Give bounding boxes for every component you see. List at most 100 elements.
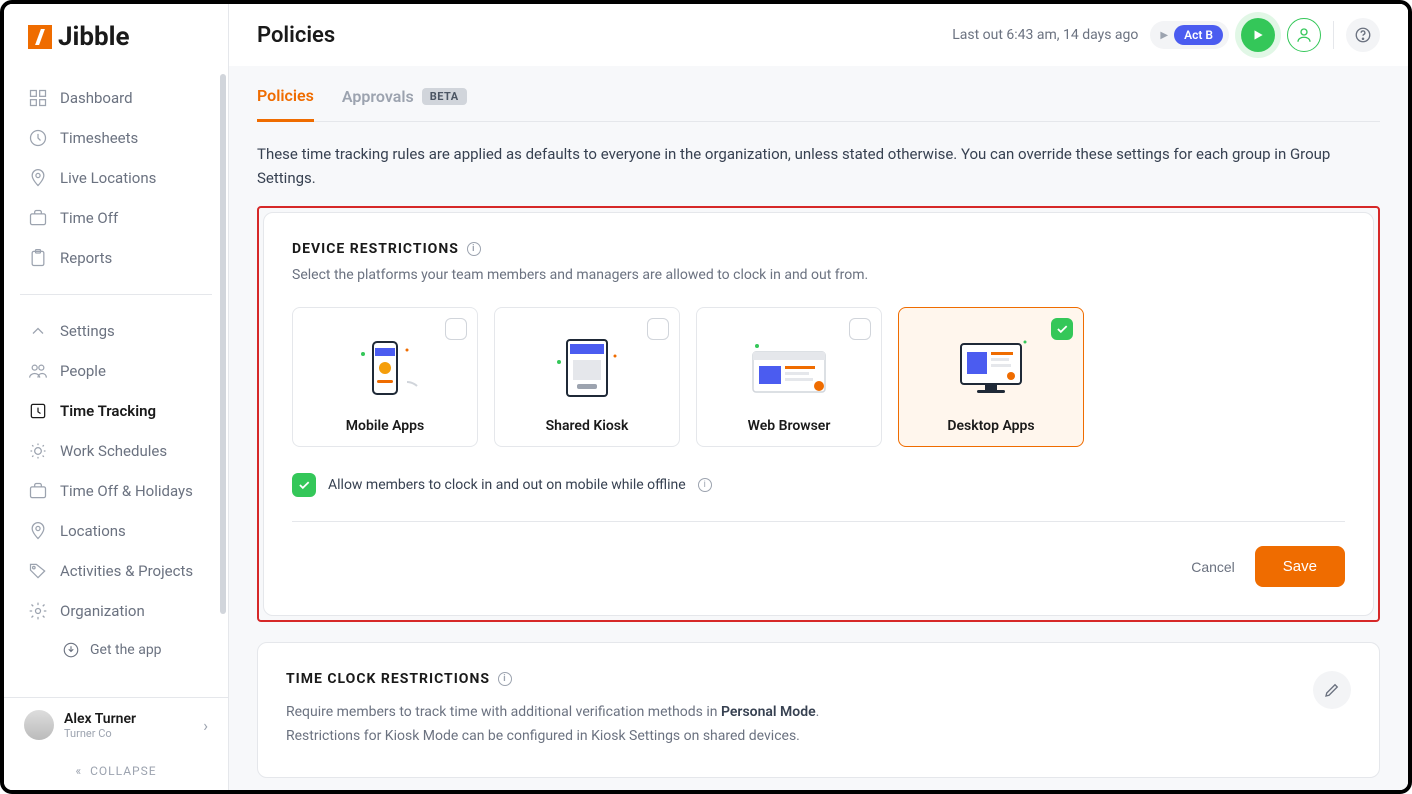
- offline-label: Allow members to clock in and out on mob…: [328, 477, 686, 493]
- sidebar-item-reports[interactable]: Reports: [4, 238, 228, 278]
- sidebar-item-work-schedules[interactable]: Work Schedules: [4, 431, 228, 471]
- logo: Jibble: [4, 4, 228, 70]
- user-profile-row[interactable]: Alex Turner Turner Co ›: [4, 697, 228, 752]
- user-name: Alex Turner: [64, 711, 136, 727]
- cancel-button[interactable]: Cancel: [1191, 559, 1235, 575]
- time-clock-card: TIME CLOCK RESTRICTIONS i Require member…: [257, 642, 1380, 778]
- sidebar-label: Reports: [60, 249, 112, 267]
- sidebar-item-time-off-holidays[interactable]: Time Off & Holidays: [4, 471, 228, 511]
- pencil-icon: [1323, 681, 1341, 699]
- sidebar-label: Activities & Projects: [60, 562, 193, 580]
- sidebar-item-timesheets[interactable]: Timesheets: [4, 118, 228, 158]
- edit-button[interactable]: [1313, 671, 1351, 709]
- play-button[interactable]: [1241, 18, 1275, 52]
- header-right: Last out 6:43 am, 14 days ago ▶ Act B: [952, 18, 1380, 52]
- chevron-right-icon: ›: [203, 716, 208, 735]
- sidebar-item-organization[interactable]: Organization: [4, 591, 228, 631]
- device-label: Web Browser: [748, 418, 831, 434]
- time-clock-description: Require members to track time with addit…: [286, 701, 819, 749]
- tab-approvals[interactable]: Approvals BETA: [342, 87, 467, 120]
- sidebar-label: Time Off & Holidays: [60, 482, 193, 500]
- location-icon: [28, 168, 48, 188]
- tab-policies[interactable]: Policies: [257, 86, 314, 122]
- check-icon: [1055, 322, 1069, 336]
- tag-icon: [28, 561, 48, 581]
- sidebar-item-dashboard[interactable]: Dashboard: [4, 78, 228, 118]
- clock-icon: [28, 128, 48, 148]
- briefcase-icon: [28, 481, 48, 501]
- briefcase-icon: [28, 208, 48, 228]
- help-button[interactable]: [1346, 18, 1380, 52]
- sidebar-label: Organization: [60, 602, 145, 620]
- device-checkbox[interactable]: [445, 318, 467, 340]
- sidebar-label: People: [60, 362, 106, 380]
- clipboard-icon: [28, 248, 48, 268]
- device-checkbox[interactable]: [647, 318, 669, 340]
- play-icon: [1251, 28, 1265, 42]
- info-icon[interactable]: i: [467, 242, 481, 256]
- user-circle-button[interactable]: [1287, 18, 1321, 52]
- device-option-mobile-apps[interactable]: Mobile Apps: [292, 307, 478, 447]
- sidebar-item-time-off[interactable]: Time Off: [4, 198, 228, 238]
- beta-badge: BETA: [422, 88, 467, 105]
- logo-text: Jibble: [58, 22, 130, 52]
- help-icon: [1354, 26, 1372, 44]
- policies-description: These time tracking rules are applied as…: [257, 142, 1380, 190]
- device-option-shared-kiosk[interactable]: Shared Kiosk: [494, 307, 680, 447]
- collapse-button[interactable]: « COLLAPSE: [4, 752, 228, 790]
- sidebar-label: Live Locations: [60, 169, 156, 187]
- device-restrictions-title: DEVICE RESTRICTIONS i: [292, 241, 1345, 257]
- desktop-illustration: [911, 330, 1071, 408]
- sidebar: Jibble Dashboard Timesheets Live Locatio…: [4, 4, 229, 790]
- sun-icon: [28, 441, 48, 461]
- sidebar-label: Time Off: [60, 209, 118, 227]
- device-checkbox-checked[interactable]: [1051, 318, 1073, 340]
- device-option-desktop-apps[interactable]: Desktop Apps: [898, 307, 1084, 447]
- chevron-double-left-icon: «: [75, 764, 82, 778]
- user-icon: [1295, 26, 1313, 44]
- sidebar-label: Timesheets: [60, 129, 138, 147]
- main-area: Policies Last out 6:43 am, 14 days ago ▶…: [229, 4, 1408, 790]
- sidebar-footer: Alex Turner Turner Co › « COLLAPSE: [4, 697, 228, 790]
- sidebar-item-get-app[interactable]: Get the app: [4, 631, 228, 669]
- tab-approvals-label: Approvals: [342, 87, 414, 106]
- time-tracking-icon: [28, 401, 48, 421]
- browser-illustration: [709, 330, 869, 408]
- sidebar-item-activities-projects[interactable]: Activities & Projects: [4, 551, 228, 591]
- play-mini-icon: ▶: [1160, 30, 1168, 41]
- header-separator: [1333, 21, 1334, 49]
- info-icon[interactable]: i: [698, 478, 712, 492]
- activity-pill[interactable]: ▶ Act B: [1150, 21, 1229, 49]
- sidebar-item-settings[interactable]: Settings: [4, 311, 228, 351]
- device-checkbox[interactable]: [849, 318, 871, 340]
- actions-row: Cancel Save: [292, 546, 1345, 587]
- time-clock-title-text: TIME CLOCK RESTRICTIONS: [286, 671, 490, 687]
- sidebar-label: Settings: [60, 322, 115, 340]
- gear-icon: [28, 601, 48, 621]
- offline-option-row: Allow members to clock in and out on mob…: [292, 473, 1345, 522]
- sidebar-item-locations[interactable]: Locations: [4, 511, 228, 551]
- device-label: Shared Kiosk: [546, 418, 629, 434]
- info-icon[interactable]: i: [498, 672, 512, 686]
- offline-checkbox[interactable]: [292, 473, 316, 497]
- sidebar-item-live-locations[interactable]: Live Locations: [4, 158, 228, 198]
- nav-group-settings: Settings People Time Tracking Work Sched…: [4, 303, 228, 677]
- dashboard-icon: [28, 88, 48, 108]
- people-icon: [28, 361, 48, 381]
- sidebar-label: Time Tracking: [60, 402, 156, 420]
- sidebar-item-people[interactable]: People: [4, 351, 228, 391]
- nav-divider: [20, 294, 212, 295]
- sidebar-label: Dashboard: [60, 89, 133, 107]
- sidebar-scrollbar[interactable]: [220, 74, 226, 614]
- device-restrictions-card: DEVICE RESTRICTIONS i Select the platfor…: [263, 212, 1374, 616]
- device-option-web-browser[interactable]: Web Browser: [696, 307, 882, 447]
- tabs: Policies Approvals BETA: [257, 66, 1380, 122]
- avatar: [24, 710, 54, 740]
- chevron-up-icon: [28, 321, 48, 341]
- download-icon: [62, 641, 80, 659]
- kiosk-illustration: [507, 330, 667, 408]
- save-button[interactable]: Save: [1255, 546, 1345, 587]
- sidebar-item-time-tracking[interactable]: Time Tracking: [4, 391, 228, 431]
- nav-group-main: Dashboard Timesheets Live Locations Time…: [4, 70, 228, 286]
- tab-policies-label: Policies: [257, 86, 314, 105]
